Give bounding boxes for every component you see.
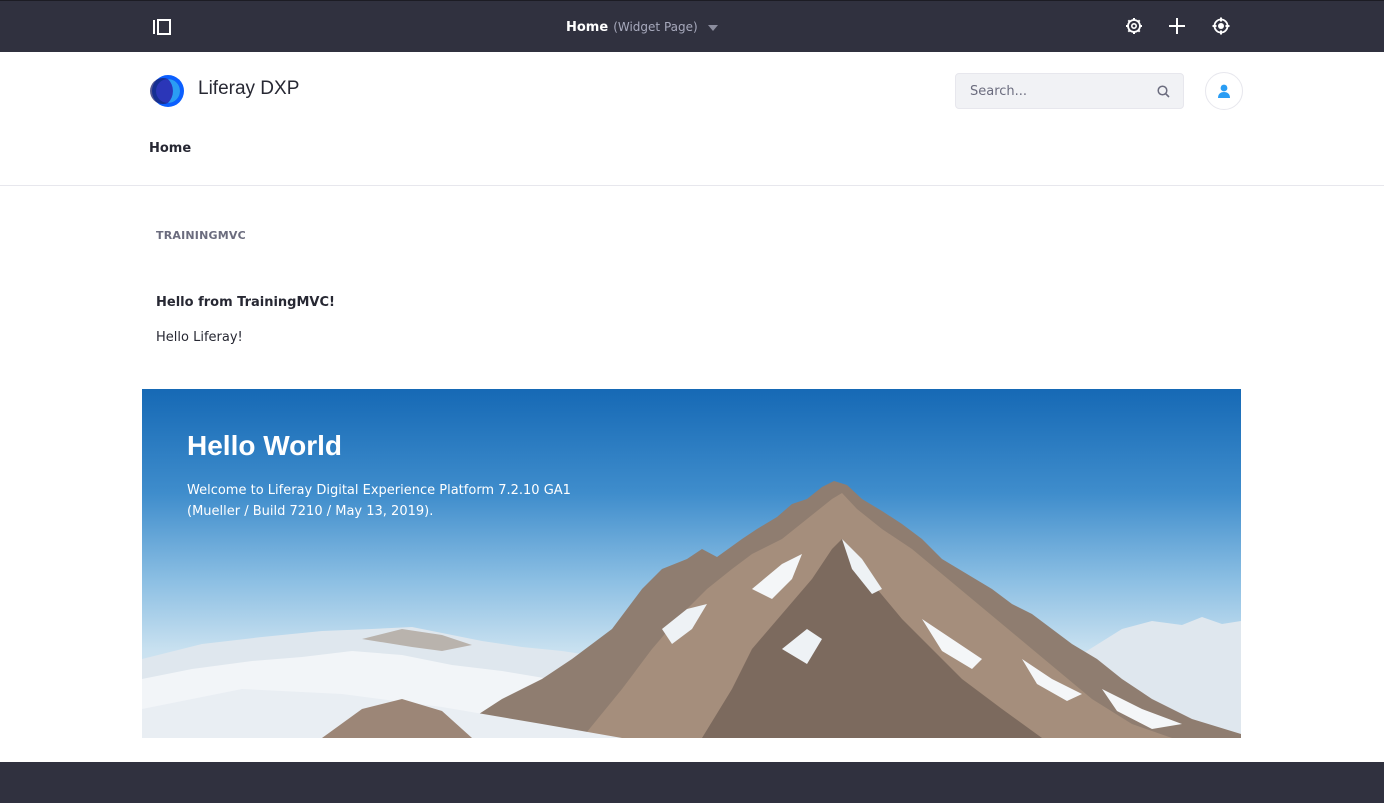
site-header: Liferay DXP Home — [0, 52, 1384, 186]
portlet-heading: Hello from TrainingMVC! — [156, 295, 335, 310]
product-menu-toggle-icon[interactable] — [150, 17, 174, 37]
banner-description: Welcome to Liferay Digital Experience Pl… — [187, 483, 571, 519]
site-name[interactable]: Liferay DXP — [198, 78, 299, 100]
user-icon — [1218, 84, 1230, 98]
portlet-text: Hello Liferay! — [156, 330, 243, 345]
portlet-title: TRAININGMVC — [156, 229, 246, 242]
footer — [0, 762, 1384, 803]
hero-banner: Hello World Welcome to Liferay Digital E… — [142, 389, 1241, 738]
configure-icon[interactable] — [1123, 15, 1145, 37]
page-title: Home — [566, 19, 609, 35]
chevron-down-icon — [707, 25, 718, 31]
search-bar — [955, 73, 1184, 109]
site-logo[interactable] — [149, 74, 185, 108]
nav-item-home[interactable]: Home — [149, 141, 191, 156]
page-title-dropdown[interactable]: Home (Widget Page) — [566, 17, 718, 37]
search-icon[interactable] — [1155, 83, 1171, 99]
control-bar: Home (Widget Page) — [0, 0, 1384, 52]
user-avatar-button[interactable] — [1205, 72, 1243, 110]
page-type: (Widget Page) — [613, 20, 698, 34]
search-input[interactable] — [970, 83, 1155, 99]
simulation-icon[interactable] — [1210, 15, 1232, 37]
add-icon[interactable] — [1166, 15, 1188, 37]
banner-title: Hello World — [187, 430, 343, 461]
